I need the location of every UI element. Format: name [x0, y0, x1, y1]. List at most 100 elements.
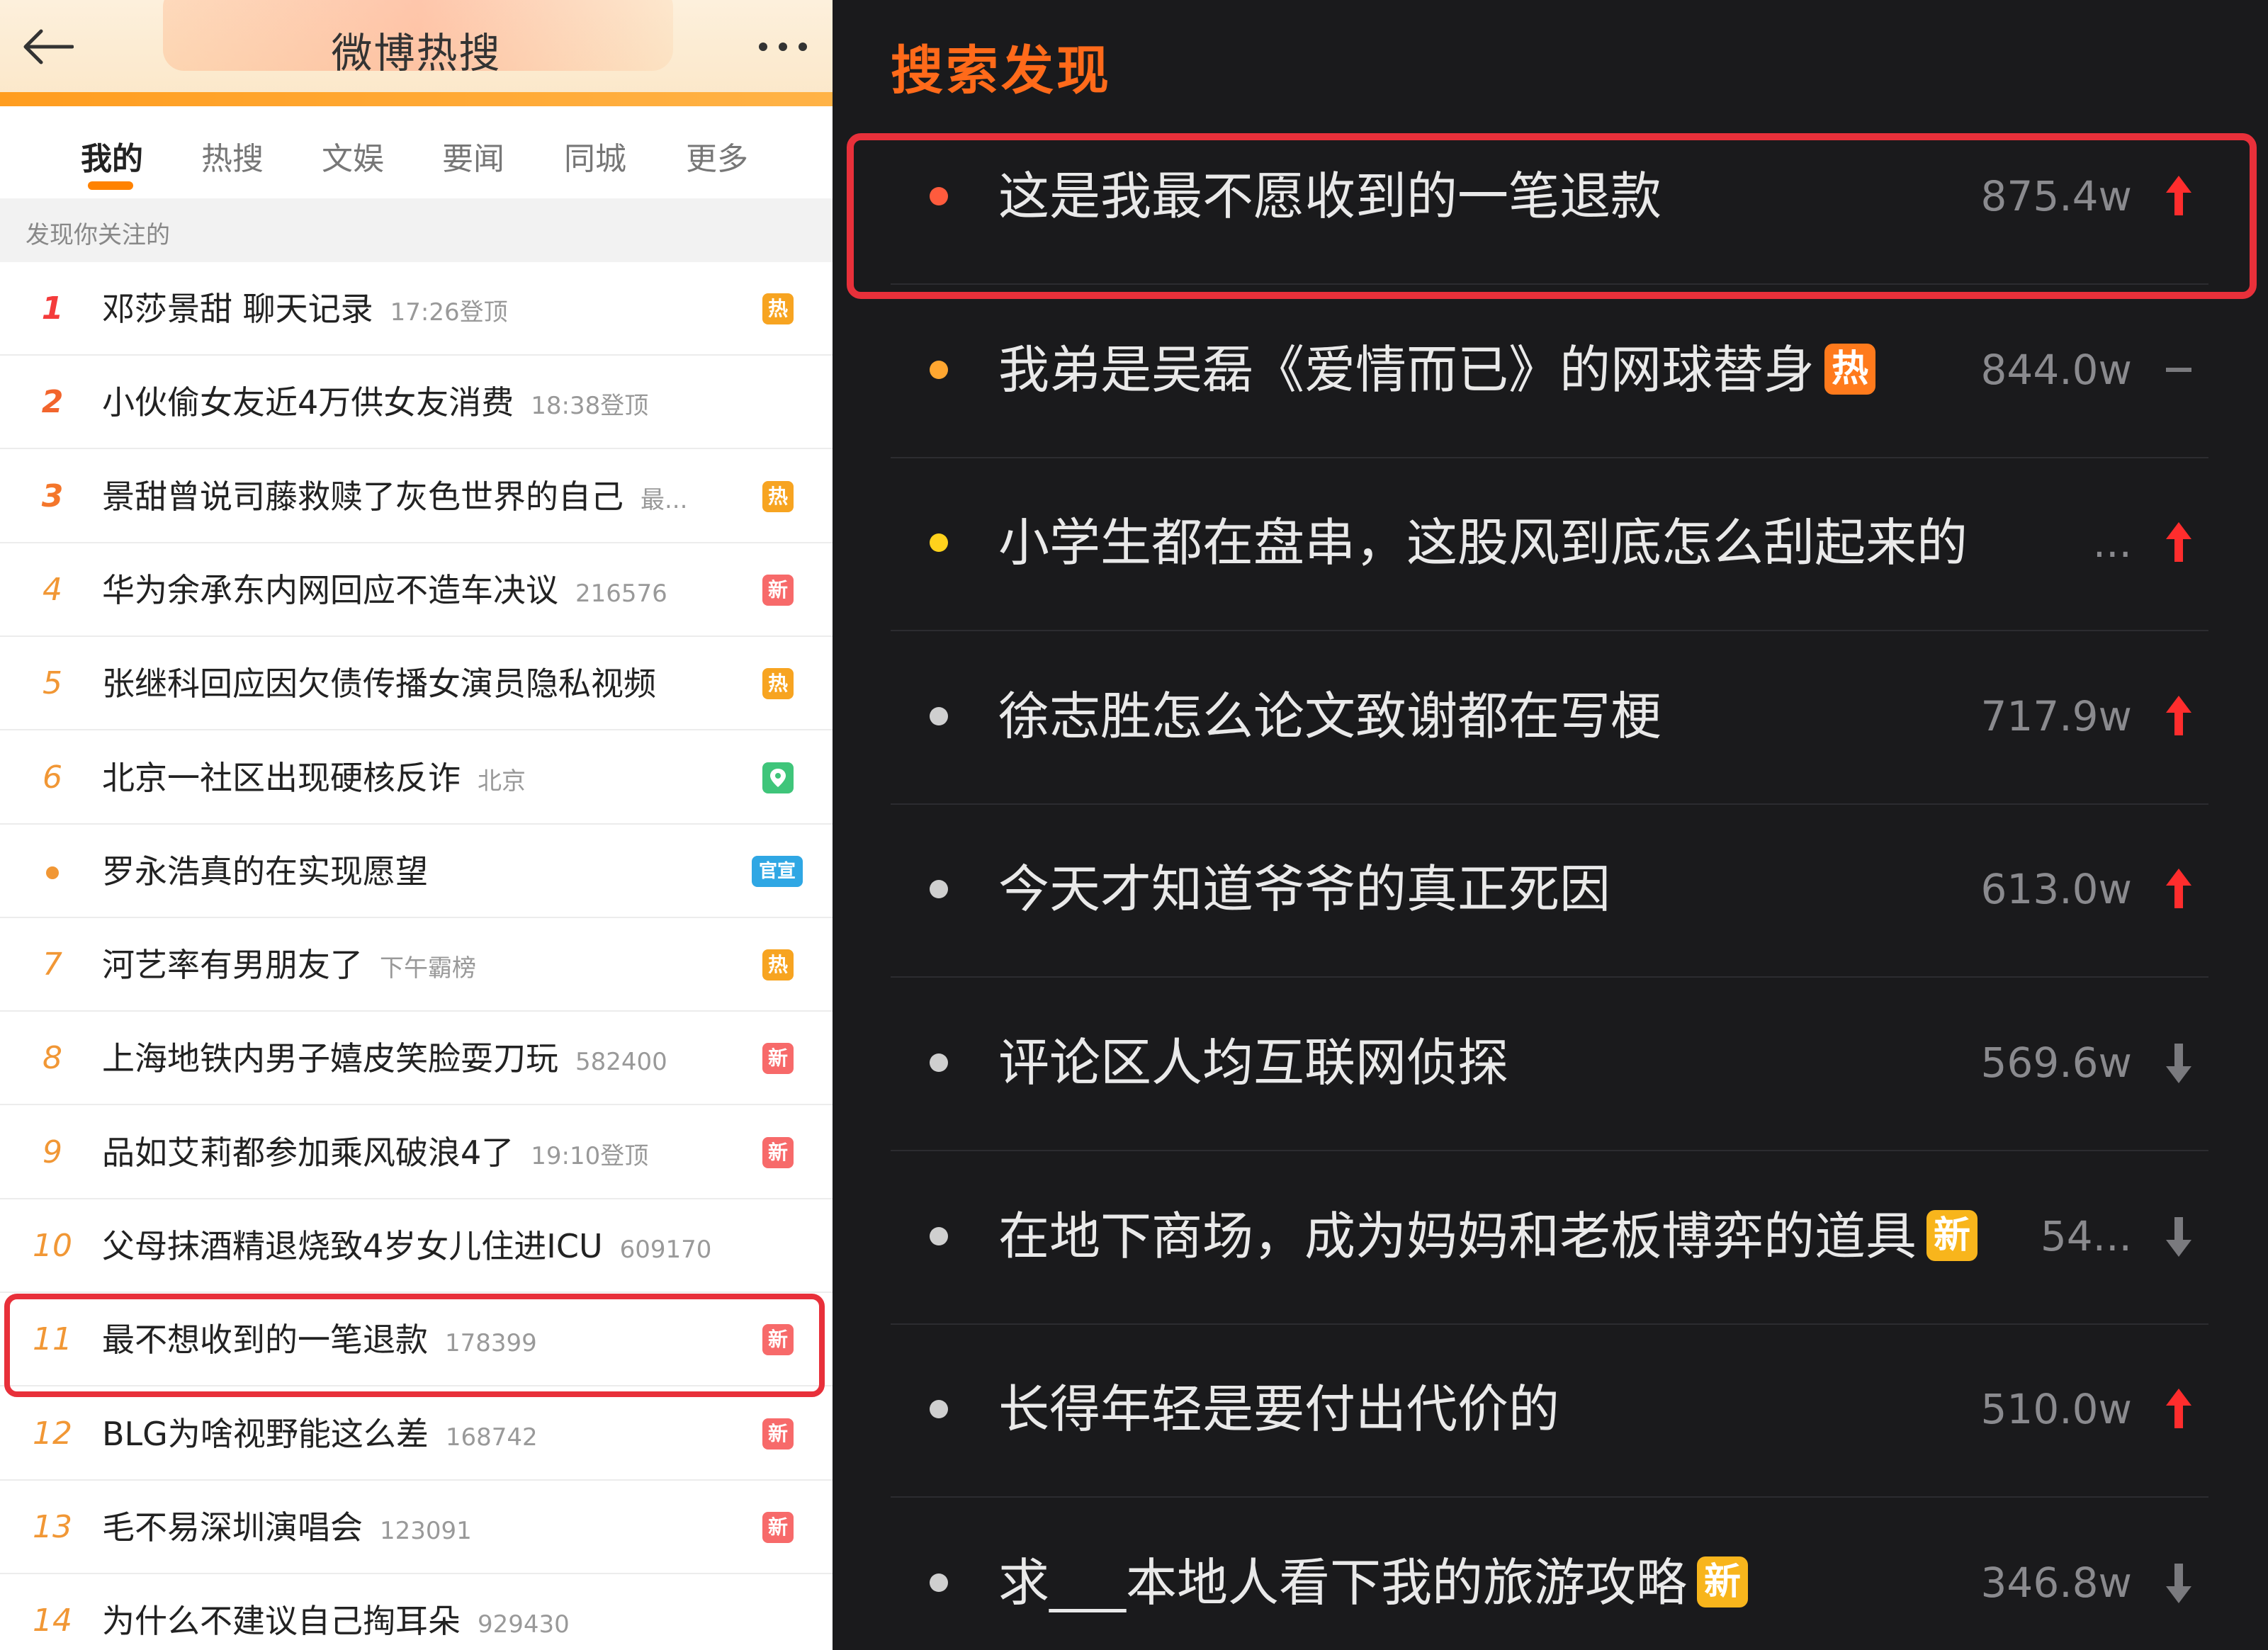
search-count: 717.9w [1980, 691, 2132, 740]
tab-local[interactable]: 同城 [564, 133, 626, 179]
item-title-wrap: 邓莎景甜 聊天记录 17:26登顶 [102, 262, 508, 356]
list-item[interactable]: 5 张继科回应因欠债传播女演员隐私视频 热 [0, 637, 833, 731]
list-item[interactable]: 10 父母抹酒精退烧致4岁女儿住进ICU 609170 [0, 1199, 833, 1293]
section-label: 发现你关注的 [26, 221, 170, 249]
discovery-item[interactable]: 今天才知道爷爷的真正死因 613.0w [891, 801, 2208, 978]
discovery-title: 评论区人均互联网侦探 [998, 1033, 1509, 1092]
bullet-dot-icon [930, 1226, 948, 1245]
item-title: 毛不易深圳演唱会 [102, 1508, 363, 1547]
official-badge: 官宣 [752, 855, 803, 887]
item-title: 品如艾莉都参加乘风破浪4了 [102, 1133, 514, 1172]
discovery-item[interactable]: 徐志胜怎么论文致谢都在写梗 717.9w [891, 628, 2208, 805]
rank-number [31, 825, 74, 918]
discovery-item[interactable]: 评论区人均互联网侦探 569.6w [891, 974, 2208, 1151]
bullet-dot-icon [930, 360, 948, 379]
tab-news[interactable]: 要闻 [442, 133, 504, 179]
list-item[interactable]: 9 品如艾莉都参加乘风破浪4了 19:10登顶 新 [0, 1106, 833, 1199]
list-item[interactable]: 2 小伙偷女友近4万供女友消费 18:38登顶 [0, 356, 833, 450]
item-title-wrap: 罗永浩真的在实现愿望 [102, 825, 428, 918]
item-title-wrap: 品如艾莉都参加乘风破浪4了 19:10登顶 [102, 1106, 648, 1199]
hot-badge: 热 [762, 293, 794, 324]
discovery-title-wrap: 求___本地人看下我的旅游攻略新 [998, 1494, 1749, 1650]
discovery-title: 徐志胜怎么论文致谢都在写梗 [998, 686, 1662, 746]
discovery-title: 在地下商场，成为妈妈和老板博弈的道具 [998, 1206, 1917, 1266]
bullet-dot-icon [930, 1573, 948, 1592]
list-item[interactable]: 8 上海地铁内男子嬉皮笑脸耍刀玩 582400 新 [0, 1012, 833, 1106]
trend-up-arrow-icon [2166, 869, 2191, 909]
highlight-box-left [4, 1294, 825, 1397]
item-title-wrap: 北京一社区出现硬核反诈 北京 [102, 731, 526, 825]
active-tab-indicator [88, 181, 133, 190]
discovery-item[interactable]: 长得年轻是要付出代价的 510.0w [891, 1321, 2208, 1498]
discovery-item[interactable]: 在地下商场，成为妈妈和老板博弈的道具新 54... [891, 1148, 2208, 1325]
rank-number: 1 [41, 290, 64, 327]
highlight-box-right [847, 133, 2257, 299]
more-dots-icon[interactable] [756, 31, 810, 62]
new-badge: 新 [762, 574, 794, 606]
search-count: 54... [2040, 1211, 2132, 1260]
item-title: 父母抹酒精退烧致4岁女儿住进ICU [102, 1227, 603, 1265]
tab-more[interactable]: 更多 [686, 133, 748, 179]
header-accent-line [0, 92, 833, 106]
tab-hot-search[interactable]: 热搜 [201, 133, 264, 179]
item-title-wrap: 为什么不建议自己掏耳朵 929430 [102, 1574, 570, 1650]
discovery-title: 小学生都在盘串，这股风到底怎么刮起来的 [998, 513, 1968, 573]
rank-number: 13 [33, 1508, 72, 1545]
hot-badge: 热 [762, 668, 794, 700]
list-item[interactable]: 4 华为余承东内网回应不造车决议 216576 新 [0, 543, 833, 637]
trend-down-arrow-icon [2166, 1563, 2191, 1603]
item-title-wrap: 毛不易深圳演唱会 123091 [102, 1481, 472, 1574]
rank-number: 6 [43, 759, 62, 796]
tab-entertainment[interactable]: 文娱 [322, 133, 384, 179]
location-pin-icon [762, 762, 794, 793]
search-count: 844.0w [1980, 345, 2132, 394]
discovery-title-wrap: 在地下商场，成为妈妈和老板博弈的道具新 [998, 1148, 1978, 1325]
rank-number: 9 [43, 1134, 62, 1170]
list-item[interactable]: 6 北京一社区出现硬核反诈 北京 [0, 731, 833, 825]
item-title: 华为余承东内网回应不造车决议 [102, 570, 558, 609]
discovery-item[interactable]: 我弟是吴磊《爱情而已》的网球替身热 844.0w [891, 281, 2208, 458]
list-item[interactable]: 13 毛不易深圳演唱会 123091 新 [0, 1481, 833, 1574]
item-title-wrap: 华为余承东内网回应不造车决议 216576 [102, 543, 667, 637]
rank-number: 12 [33, 1415, 72, 1452]
discovery-title-wrap: 徐志胜怎么论文致谢都在写梗 [998, 628, 1661, 805]
trend-down-arrow-icon [2166, 1216, 2191, 1257]
search-count: 613.0w [1980, 865, 2132, 914]
list-item[interactable]: 3 景甜曾说司藤救赎了灰色世界的自己 最... 热 [0, 450, 833, 543]
category-tabs: 我的 热搜 文娱 要闻 同城 更多 [0, 106, 833, 198]
rank-number: 2 [41, 384, 64, 421]
discovery-item[interactable]: 小学生都在盘串，这股风到底怎么刮起来的... [891, 454, 2208, 632]
item-title: 河艺率有男朋友了 [102, 946, 363, 985]
trend-down-arrow-icon [2166, 1044, 2191, 1083]
list-item[interactable]: 7 河艺率有男朋友了 下午霸榜 热 [0, 918, 833, 1012]
rank-number: 5 [43, 665, 62, 702]
list-item[interactable]: 罗永浩真的在实现愿望 官宣 [0, 825, 833, 918]
item-title: 为什么不建议自己掏耳朵 [102, 1602, 461, 1641]
discovery-title: 我弟是吴磊《爱情而已》的网球替身 [998, 339, 1815, 400]
tab-mine[interactable]: 我的 [81, 133, 143, 179]
item-meta: 下午霸榜 [380, 954, 476, 983]
item-title-wrap: 景甜曾说司藤救赎了灰色世界的自己 最... [102, 450, 687, 543]
item-meta: 19:10登顶 [531, 1141, 649, 1170]
trend-up-arrow-icon [2166, 695, 2191, 735]
new-badge: 新 [1926, 1210, 1978, 1262]
discovery-title-wrap: 今天才知道爷爷的真正死因 [998, 801, 1610, 978]
list-item[interactable]: 1 邓莎景甜 聊天记录 17:26登顶 热 [0, 262, 833, 356]
search-discovery-title: 搜索发现 [891, 40, 1112, 101]
discovery-title: 求___本地人看下我的旅游攻略 [998, 1552, 1688, 1612]
trend-up-arrow-icon [2166, 522, 2191, 563]
search-discovery-panel: 搜索发现 这是我最不愿收到的一笔退款 875.4w 我弟是吴磊《爱情而已》的网球替身… [833, 0, 2268, 1650]
discovery-title-wrap: 长得年轻是要付出代价的 [998, 1321, 1559, 1498]
item-meta: 123091 [380, 1516, 472, 1545]
item-meta: 18:38登顶 [531, 392, 649, 421]
item-title: 小伙偷女友近4万供女友消费 [102, 383, 514, 422]
trend-up-arrow-icon [2166, 1389, 2191, 1429]
header-bar: 微博热搜 [0, 0, 833, 106]
item-title-wrap: 张继科回应因欠债传播女演员隐私视频 [102, 637, 656, 730]
list-item[interactable]: 14 为什么不建议自己掏耳朵 929430 [0, 1574, 833, 1650]
item-meta: 216576 [575, 579, 667, 608]
discovery-item[interactable]: 求___本地人看下我的旅游攻略新 346.8w [891, 1494, 2208, 1650]
list-item[interactable]: 12 BLG为啥视野能这么差 168742 新 [0, 1387, 833, 1481]
new-badge: 新 [762, 1418, 794, 1450]
item-title-wrap: 上海地铁内男子嬉皮笑脸耍刀玩 582400 [102, 1012, 667, 1105]
